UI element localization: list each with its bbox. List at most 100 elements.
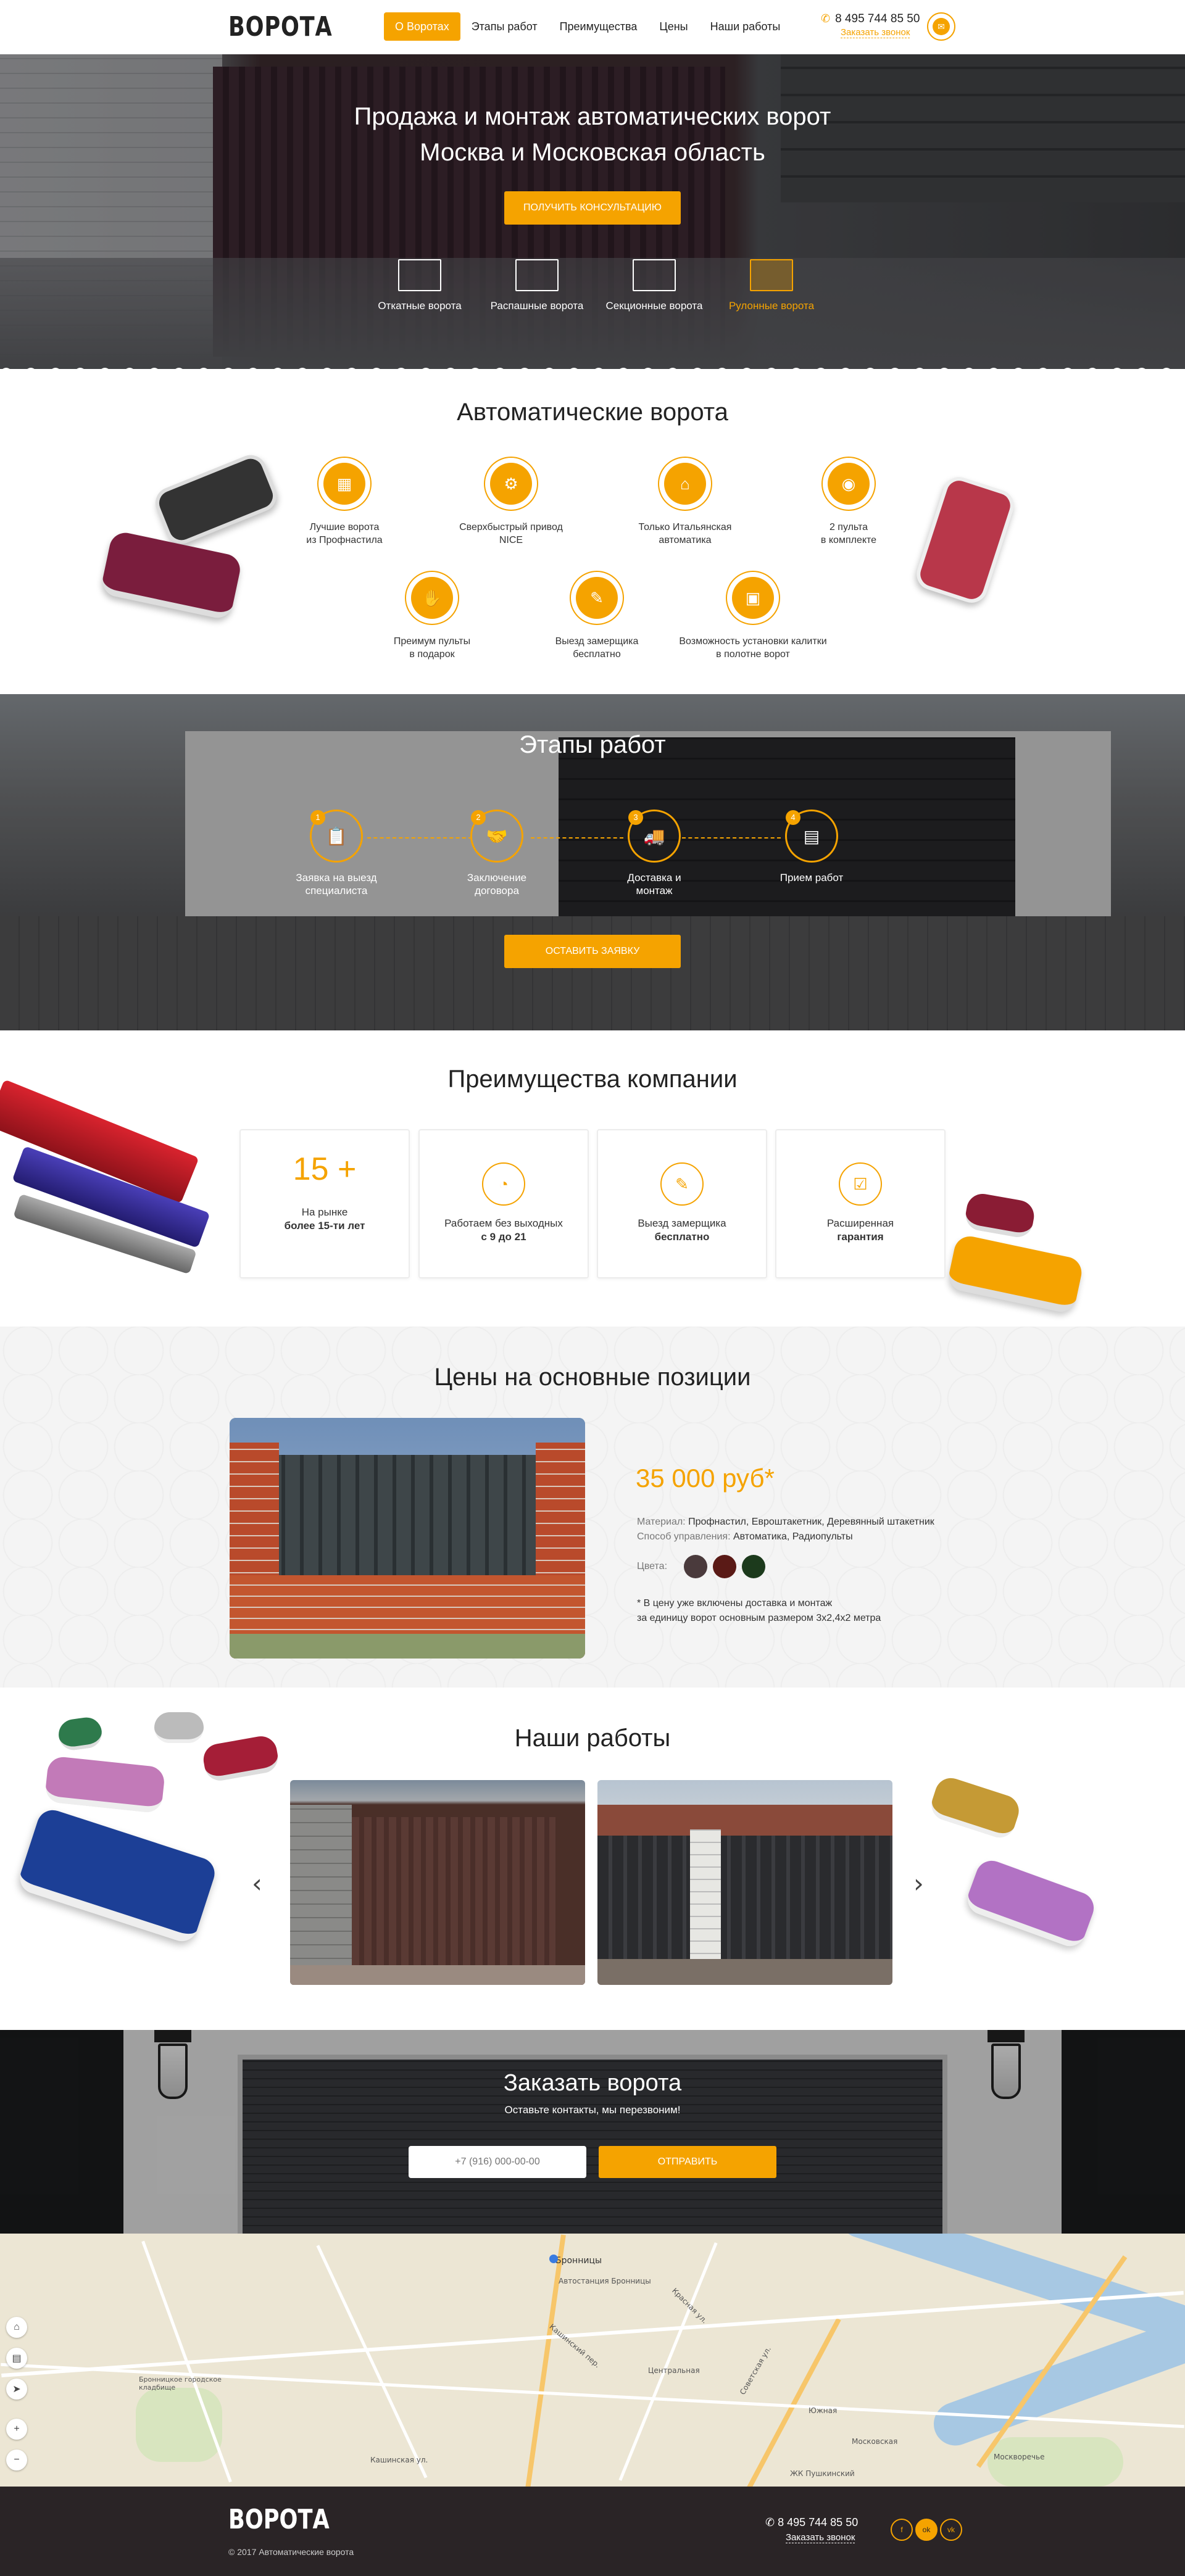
- zoom-out-icon[interactable]: −: [6, 2450, 27, 2470]
- map-label: Московская: [852, 2437, 898, 2446]
- map-label: Бронницкое городское кладбище: [139, 2375, 222, 2392]
- facebook-icon[interactable]: f: [891, 2519, 913, 2541]
- map-label: Кашинский пер.: [547, 2322, 602, 2370]
- feature-wicket: ▣ Возможность установки калитки в полотне …: [676, 571, 830, 661]
- home-icon[interactable]: ⌂: [6, 2317, 27, 2338]
- advantage-card-measurer: ✎ Выезд замерщика бесплатно: [597, 1129, 767, 1278]
- stage-3: 3 🚚 Доставка и монтаж: [596, 810, 713, 897]
- color-swatch[interactable]: [684, 1555, 707, 1578]
- phone-icon: ✆: [765, 2516, 778, 2528]
- price-material: Материал: Профнастил, Евроштакетник, Дер…: [637, 1517, 934, 1527]
- nav-item-advantages[interactable]: Преимущества: [549, 12, 649, 41]
- order-section: [0, 2030, 1185, 2234]
- zoom-in-icon[interactable]: +: [6, 2419, 27, 2440]
- vk-icon[interactable]: vk: [940, 2519, 962, 2541]
- footer: ВОРОТА © 2017 Автоматические ворота ✆ 8 …: [0, 2487, 1185, 2576]
- map-label: Москворечье: [994, 2453, 1045, 2461]
- feature-profnastil: ▦ Лучшие ворота из Профнастила: [267, 457, 422, 547]
- remote-grey-image: [154, 1712, 204, 1743]
- feature-two-remotes: ◉ 2 пульта в комплекте: [771, 457, 926, 547]
- header-phone[interactable]: ✆ 8 495 744 85 50: [821, 12, 920, 26]
- advantage-card-warranty: ☑ Расширенная гарантия: [775, 1129, 946, 1278]
- remote-red-image: [912, 473, 1018, 607]
- footer-callback-link[interactable]: Заказать звонок: [786, 2532, 855, 2543]
- map-label: Кашинская ул.: [370, 2456, 428, 2464]
- certificate-icon: ☑: [839, 1162, 882, 1206]
- price-value: 35 000 руб*: [636, 1464, 775, 1493]
- odnoklassniki-icon[interactable]: ok: [915, 2519, 938, 2541]
- mail-button[interactable]: ✉: [927, 12, 955, 41]
- automation-icon: ⌂: [664, 463, 706, 505]
- color-swatch[interactable]: [742, 1555, 765, 1578]
- gate-type-sectional[interactable]: Секционные ворота: [596, 259, 713, 312]
- map-label: Советская ул.: [738, 2345, 773, 2396]
- door-icon: ▣: [732, 577, 774, 619]
- nav-item-works[interactable]: Наши работы: [699, 12, 792, 41]
- price-colors-label: Цвета:: [637, 1561, 668, 1572]
- stages-title: Этапы работ: [519, 731, 666, 758]
- remote-icon: ◉: [828, 463, 870, 505]
- locate-icon[interactable]: ➤: [6, 2379, 27, 2400]
- header: ВОРОТА О Воротах Этапы работ Преимуществ…: [0, 0, 1185, 54]
- truck-icon: 3 🚚: [628, 810, 681, 863]
- remote-pink-image: [44, 1755, 166, 1814]
- footer-copyright: © 2017 Автоматические ворота: [228, 2547, 354, 2557]
- hero-title: Продажа и монтаж автоматических ворот Мо…: [0, 99, 1185, 170]
- nav-item-prices[interactable]: Цены: [648, 12, 699, 41]
- stage-4: 4 ▤ Прием работ: [753, 810, 870, 884]
- prices-title: Цены на основные позиции: [434, 1364, 751, 1391]
- footer-phone[interactable]: ✆ 8 495 744 85 50: [765, 2516, 858, 2529]
- clock-icon: ◔: [482, 1162, 525, 1206]
- hero-title-line1: Продажа и монтаж автоматических ворот: [354, 103, 831, 130]
- work-photo-1[interactable]: [290, 1780, 585, 1985]
- nav-item-about[interactable]: О Воротах: [384, 12, 460, 41]
- phone-input[interactable]: [409, 2146, 586, 2178]
- carousel-next-button[interactable]: ›: [913, 1868, 924, 1899]
- gate-type-roller[interactable]: Рулонные ворота: [713, 259, 830, 312]
- gate-icon: ▦: [323, 463, 365, 505]
- map[interactable]: Бронницы Автостанция Бронницы Советская …: [0, 2234, 1185, 2490]
- main-nav: О Воротах Этапы работ Преимущества Цены …: [384, 12, 791, 41]
- wave-divider: [0, 368, 1185, 371]
- gate-type-sliding[interactable]: Откатные ворота: [361, 259, 478, 312]
- work-photo-2[interactable]: [597, 1780, 892, 1985]
- remote-burgundy-small-image: [963, 1191, 1037, 1240]
- gate-type-swing[interactable]: Распашные ворота: [478, 259, 596, 312]
- order-title: Заказать ворота: [503, 2070, 682, 2096]
- carousel-prev-button[interactable]: ‹: [252, 1868, 262, 1899]
- price-control: Способ управления: Автоматика, Радиопуль…: [637, 1531, 853, 1542]
- footer-logo[interactable]: ВОРОТА: [228, 2504, 330, 2535]
- remote-gold-image: [927, 1774, 1023, 1842]
- hero-title-line2: Москва и Московская область: [420, 139, 765, 166]
- automatic-title: Автоматические ворота: [457, 399, 728, 426]
- layers-icon[interactable]: ▤: [6, 2348, 27, 2369]
- header-phone-number: 8 495 744 85 50: [835, 12, 920, 25]
- tools-icon: ✎: [660, 1162, 704, 1206]
- site-logo[interactable]: ВОРОТА: [228, 11, 333, 43]
- nav-item-stages[interactable]: Этапы работ: [460, 12, 549, 41]
- swing-gate-icon: [515, 259, 559, 291]
- map-label: Автостанция Бронницы: [559, 2277, 651, 2285]
- remote-burgundy-image: [99, 529, 243, 621]
- map-label: Бронницы: [555, 2256, 602, 2266]
- remote-purple-image: [963, 1856, 1099, 1951]
- map-label: ЖК Пушкинский: [790, 2469, 855, 2478]
- gate-type-label: Распашные ворота: [490, 300, 584, 312]
- fence-photo[interactable]: [230, 1418, 585, 1659]
- send-button[interactable]: ОТПРАВИТЬ: [599, 2146, 776, 2178]
- gate-type-label: Откатные ворота: [378, 300, 462, 312]
- handshake-icon: 2 🤝: [470, 810, 523, 863]
- feature-premium-remotes: ✋ Преимум пульты в подарок: [355, 571, 509, 661]
- consultation-button[interactable]: ПОЛУЧИТЬ КОНСУЛЬТАЦИЮ: [504, 191, 681, 225]
- header-callback-link[interactable]: Заказать звонок: [841, 27, 910, 38]
- leave-request-button[interactable]: ОСТАВИТЬ ЗАЯВКУ: [504, 935, 681, 968]
- gate-accept-icon: 4 ▤: [785, 810, 838, 863]
- feature-icon-ring: ▦: [317, 457, 372, 511]
- feature-measurer: ✎ Выезд замерщика бесплатно: [520, 571, 674, 661]
- feature-italian: ⌂ Только Итальянская автоматика: [608, 457, 762, 547]
- order-subtitle: Оставьте контакты, мы перезвоним!: [504, 2104, 681, 2116]
- color-swatch[interactable]: [713, 1555, 736, 1578]
- map-pin-icon[interactable]: [549, 2255, 558, 2263]
- gate-type-label: Секционные ворота: [605, 300, 703, 312]
- map-label: Центральная: [648, 2366, 700, 2375]
